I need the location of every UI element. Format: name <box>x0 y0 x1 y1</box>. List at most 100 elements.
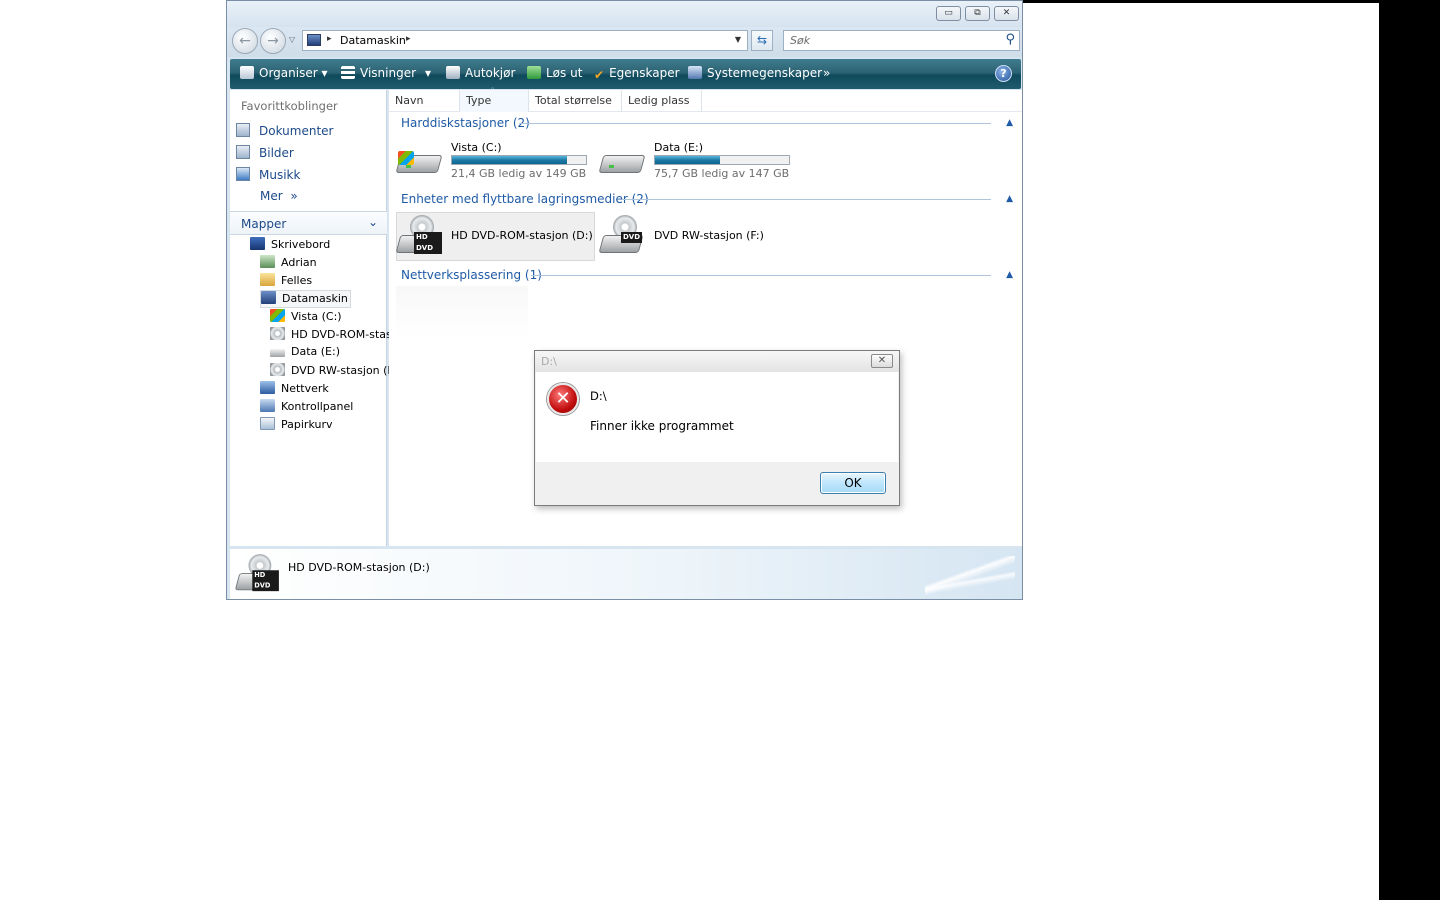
tree-item-network[interactable]: Nettverk <box>260 381 329 399</box>
more-favorites-link[interactable]: Mer » <box>260 189 298 203</box>
tree-label: Papirkurv <box>281 418 333 431</box>
tree-item-adrian[interactable]: Adrian <box>260 255 317 273</box>
ok-button[interactable]: OK <box>820 472 886 494</box>
organise-label: Organiser <box>259 66 318 80</box>
recycle-bin-icon <box>260 417 275 430</box>
tree-item-drive-e[interactable]: Data (E:) <box>270 345 340 363</box>
hard-drive-icon <box>598 147 646 177</box>
tree-item-felles[interactable]: Felles <box>260 273 312 291</box>
group-divider <box>622 199 991 200</box>
search-input[interactable]: Søk ⚲ <box>783 30 1020 51</box>
tree-item-recycle-bin[interactable]: Papirkurv <box>260 417 332 435</box>
drive-name: Data (E:) <box>654 141 704 154</box>
recent-pages-dropdown[interactable]: ▽ <box>289 35 295 44</box>
error-dialog: D:\ ✕ ✕ D:\ Finner ikke programmet OK <box>534 350 900 506</box>
dialog-message: Finner ikke programmet <box>590 419 734 433</box>
folders-header[interactable]: Mapper ⌄ <box>230 211 387 235</box>
dialog-title-bar[interactable]: D:\ ✕ <box>535 351 899 372</box>
tree-item-computer[interactable]: Datamaskin <box>260 290 351 308</box>
favorite-pictures[interactable]: Bilder <box>236 145 294 163</box>
music-icon <box>236 167 250 181</box>
drive-e[interactable]: Data (E:) 75,7 GB ledig av 147 GB <box>598 141 799 183</box>
chevron-down-icon[interactable]: ⌄ <box>368 215 378 229</box>
minimize-button[interactable]: ▭ <box>936 6 961 21</box>
search-placeholder: Søk <box>790 34 811 47</box>
breadcrumb-datamaskin[interactable]: Datamaskin <box>340 34 406 47</box>
drive-c[interactable]: Vista (C:) 21,4 GB ledig av 149 GB <box>395 141 591 183</box>
black-region <box>1379 0 1440 900</box>
tree-item-drive-f[interactable]: DVD RW-stasjon (F <box>270 363 394 381</box>
dialog-close-button[interactable]: ✕ <box>871 354 893 368</box>
dvd-drive-icon <box>270 327 285 340</box>
desktop: ▭ ⧉ ✕ ← → ▽ ▸ Datamaskin ▸ ▼ ⇆ Søk ⚲ Org… <box>0 0 1440 900</box>
network-location-placeholder[interactable] <box>396 286 528 338</box>
documents-icon <box>236 123 250 137</box>
autoplay-label: Autokjør <box>465 66 516 80</box>
tree-label: Skrivebord <box>271 238 331 251</box>
organise-button[interactable]: Organiser ▾ <box>240 66 328 80</box>
system-properties-button[interactable]: Systemegenskaper <box>688 66 822 80</box>
address-bar[interactable]: ▸ Datamaskin ▸ ▼ <box>302 30 748 51</box>
usage-bar <box>654 155 790 165</box>
error-icon: ✕ <box>547 383 579 415</box>
tree-item-control-panel[interactable]: Kontrollpanel <box>260 399 353 417</box>
dvd-drive-icon: HD DVD <box>395 215 442 259</box>
group-hard-drives[interactable]: Harddiskstasjoner (2) <box>401 116 530 130</box>
column-name[interactable]: Navn <box>389 90 460 112</box>
black-strip <box>1022 0 1379 3</box>
forward-button[interactable]: → <box>260 28 286 54</box>
column-header-row: Navn Type ˆ Total størrelse Ledig plass <box>389 87 1022 112</box>
group-removable-media[interactable]: Enheter med flyttbare lagringsmedier (2) <box>401 192 649 206</box>
windows-drive-icon <box>270 309 285 322</box>
close-button[interactable]: ✕ <box>994 6 1019 21</box>
collapse-icon[interactable]: ▲ <box>1006 118 1013 128</box>
eject-icon <box>527 66 541 79</box>
system-properties-label: Systemegenskaper <box>707 66 823 80</box>
back-button[interactable]: ← <box>232 28 258 54</box>
desktop-icon <box>250 237 265 250</box>
computer-icon <box>261 291 276 304</box>
favorite-documents[interactable]: Dokumenter <box>236 123 333 141</box>
checkmark-icon: ✔ <box>594 68 605 82</box>
address-dropdown-icon[interactable]: ▼ <box>735 35 741 44</box>
collapse-icon[interactable]: ▲ <box>1006 194 1013 204</box>
drive-d[interactable]: HD DVD HD DVD-ROM-stasjon (D:) <box>395 214 593 260</box>
tree-item-drive-c[interactable]: Vista (C:) <box>270 309 342 327</box>
eject-button[interactable]: Løs ut <box>527 66 582 80</box>
column-free-space[interactable]: Ledig plass <box>622 90 702 112</box>
tree-item-desktop[interactable]: Skrivebord <box>250 237 330 255</box>
group-network-location[interactable]: Nettverksplassering (1) <box>401 268 542 282</box>
hard-drive-icon <box>270 349 285 357</box>
views-button[interactable]: Visninger <box>341 66 416 80</box>
eject-label: Løs ut <box>546 66 583 80</box>
favorite-music[interactable]: Musikk <box>236 167 300 185</box>
tree-label: Nettverk <box>281 382 329 395</box>
windows-drive-icon <box>395 147 443 177</box>
collapse-icon[interactable]: ▲ <box>1006 270 1013 280</box>
properties-button[interactable]: ✔ Egenskaper <box>594 66 680 82</box>
autoplay-button[interactable]: Autokjør <box>446 66 515 80</box>
help-icon[interactable]: ? <box>995 65 1012 82</box>
favorite-label: Musikk <box>259 168 301 182</box>
views-dropdown[interactable]: ▾ <box>425 66 431 80</box>
properties-label: Egenskaper <box>609 66 680 80</box>
search-icon[interactable]: ⚲ <box>1005 32 1015 47</box>
breadcrumb-chevron-icon[interactable]: ▸ <box>327 34 332 44</box>
more-commands-button[interactable]: » <box>823 66 830 80</box>
breadcrumb-chevron-icon[interactable]: ▸ <box>406 34 411 44</box>
maximize-button[interactable]: ⧉ <box>965 6 990 21</box>
tree-label: Data (E:) <box>291 345 341 358</box>
tree-label: Kontrollpanel <box>281 400 354 413</box>
control-panel-icon <box>260 399 275 412</box>
favorites-header: Favorittkoblinger <box>241 99 338 113</box>
organise-icon <box>240 66 254 79</box>
drive-f[interactable]: DVD DVD RW-stasjon (F:) <box>598 214 801 260</box>
tree-label: DVD RW-stasjon (F <box>291 364 394 377</box>
tree-item-drive-d[interactable]: HD DVD-ROM-stas <box>270 327 392 345</box>
column-total-size[interactable]: Total størrelse <box>529 90 622 112</box>
group-divider <box>531 275 991 276</box>
details-pane: HD DVD HD DVD-ROM-stasjon (D:) <box>230 549 1021 599</box>
dialog-title: D:\ <box>541 355 557 368</box>
refresh-button[interactable]: ⇆ <box>751 30 773 51</box>
title-bar[interactable]: ▭ ⧉ ✕ <box>227 1 1022 27</box>
